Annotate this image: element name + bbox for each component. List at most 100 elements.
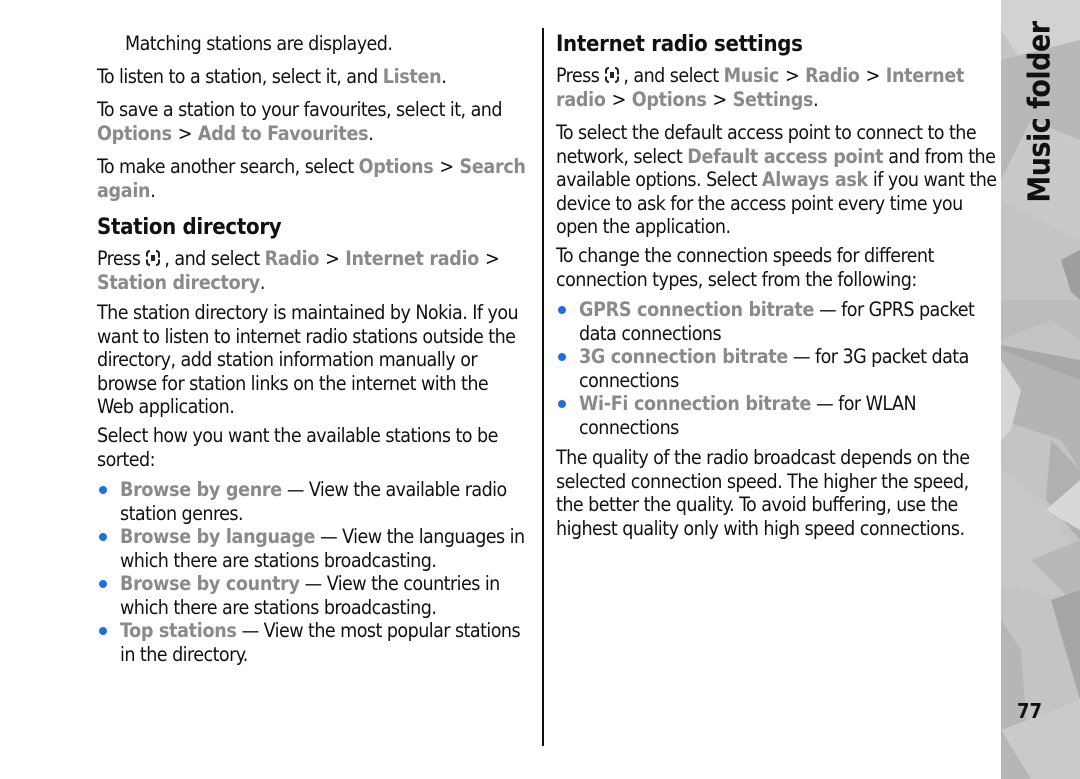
bullet-icon <box>99 486 107 494</box>
text: Press <box>556 64 600 87</box>
text: in the directory. <box>120 642 248 666</box>
matching-stations-text: Matching stations are displayed. <box>125 32 393 56</box>
bullet-icon <box>558 400 566 408</box>
column-divider <box>542 28 544 746</box>
text: To listen to a station, select it, and <box>97 65 383 88</box>
text: , and select <box>623 64 724 87</box>
option-label: Top stations <box>120 619 237 642</box>
text: . <box>368 121 374 145</box>
text: — for GPRS packet <box>814 298 975 321</box>
favourites-instruction: To save a station to your favourites, se… <box>97 98 503 145</box>
text: The quality of the radio broadcast depen… <box>556 446 970 469</box>
option-browse-by-language: Browse by language — View the languages … <box>120 525 525 572</box>
radio-command: Radio <box>805 64 860 87</box>
path-separator: > <box>177 121 193 145</box>
menu-key-icon <box>605 67 620 83</box>
setting-label: GPRS connection bitrate <box>579 298 815 321</box>
radio-command-cont: radio <box>556 87 606 111</box>
settings-command: Settings <box>732 87 814 111</box>
path-separator: > <box>485 247 500 270</box>
access-point-description: To select the default access point to co… <box>556 121 997 239</box>
option-label: Browse by country <box>120 572 300 595</box>
text: Press <box>97 247 141 270</box>
text: . <box>259 270 266 294</box>
text: — View the available radio <box>281 478 507 501</box>
bullet-icon <box>558 306 566 314</box>
text: network, select <box>556 144 688 168</box>
path-separator: > <box>611 87 627 111</box>
text: To save a station to your favourites, se… <box>97 98 503 121</box>
page-number: 77 <box>1017 699 1043 723</box>
text: Matching stations are displayed. <box>125 32 393 55</box>
always-ask-option: Always ask <box>761 168 868 191</box>
path-separator: > <box>439 155 454 178</box>
option-top-stations: Top stations — View the most popular sta… <box>120 619 521 666</box>
speed-intro: To change the connection speeds for diff… <box>556 244 934 291</box>
text: To change the connection speeds for diff… <box>556 244 934 267</box>
station-directory-heading: Station directory <box>97 215 282 240</box>
again-command: again <box>97 178 151 202</box>
text: sorted: <box>97 447 156 471</box>
text: — for 3G packet data <box>787 345 969 368</box>
text: To make another search, select <box>97 155 359 178</box>
search-again-instruction: To make another search, select Options > S… <box>97 155 526 202</box>
text: data connections <box>579 321 722 345</box>
text: — View the most popular stations <box>236 619 521 642</box>
path-separator: > <box>325 247 340 270</box>
internet-radio-command: Internet radio <box>345 247 480 270</box>
text: if you want the <box>867 168 997 191</box>
text: want to listen to internet radio station… <box>97 324 516 348</box>
option-browse-by-country: Browse by country — View the countries i… <box>120 572 500 619</box>
bullet-icon <box>99 580 107 588</box>
text: directory, add station information manua… <box>97 348 478 371</box>
text: available options. Select <box>556 168 762 191</box>
music-command: Music <box>723 64 780 87</box>
bullet-icon <box>99 627 107 635</box>
gprs-bitrate-item: GPRS connection bitrate — for GPRS packe… <box>579 298 975 345</box>
text: — View the countries in <box>299 572 501 595</box>
option-browse-by-genre: Browse by genre — View the available rad… <box>120 478 507 525</box>
radio-command: Radio <box>264 247 320 270</box>
text: device to ask for the access point every… <box>556 191 963 215</box>
3g-bitrate-item: 3G connection bitrate — for 3G packet da… <box>579 345 969 392</box>
text: the better the quality. To avoid bufferi… <box>556 493 958 516</box>
search-command: Search <box>459 155 526 178</box>
sort-instruction: Select how you want the available statio… <box>97 424 498 471</box>
text: highest quality only with high speed con… <box>556 516 965 540</box>
text: Select how you want the available statio… <box>97 424 498 447</box>
options-command: Options <box>358 155 434 178</box>
menu-key-icon <box>146 250 161 266</box>
bullet-icon <box>558 353 566 361</box>
text: connections <box>579 368 679 392</box>
text: station genres. <box>120 501 244 525</box>
listen-command: Listen <box>382 65 442 88</box>
settings-path: Press, and select Music > Radio > Internet ra… <box>556 64 964 111</box>
text: open the application. <box>556 215 731 238</box>
options-command: Options <box>631 87 707 111</box>
text: connection types, select from the follow… <box>556 267 917 291</box>
section-title: Music folder <box>1022 21 1058 203</box>
text: selected connection speed. The higher th… <box>556 469 969 493</box>
text: which there are stations broadcasting. <box>120 595 437 619</box>
text: . <box>813 87 819 111</box>
path-separator: > <box>865 64 881 87</box>
text: The station directory is maintained by N… <box>97 301 519 324</box>
option-label: Browse by genre <box>120 478 282 501</box>
text: . <box>441 65 447 88</box>
internet-radio-settings-heading: Internet radio settings <box>556 32 803 57</box>
internet-command: Internet <box>885 64 965 87</box>
station-directory-path: Press, and select Radio > Internet radio > S… <box>97 247 505 294</box>
text: To select the default access point to co… <box>556 121 977 144</box>
text: — for WLAN <box>811 392 917 415</box>
text: . <box>150 178 156 202</box>
text: , and select <box>164 247 265 270</box>
station-directory-command: Station directory <box>97 270 260 294</box>
add-to-favourites-command: Add to Favourites <box>197 121 369 145</box>
bullet-icon <box>99 533 107 541</box>
default-access-point-setting: Default access point <box>687 144 884 168</box>
quality-description: The quality of the radio broadcast depen… <box>556 446 970 540</box>
path-separator: > <box>784 64 800 87</box>
options-command: Options <box>97 121 172 145</box>
option-label: Browse by language <box>120 525 316 548</box>
text: browse for station links on the internet… <box>97 371 489 395</box>
